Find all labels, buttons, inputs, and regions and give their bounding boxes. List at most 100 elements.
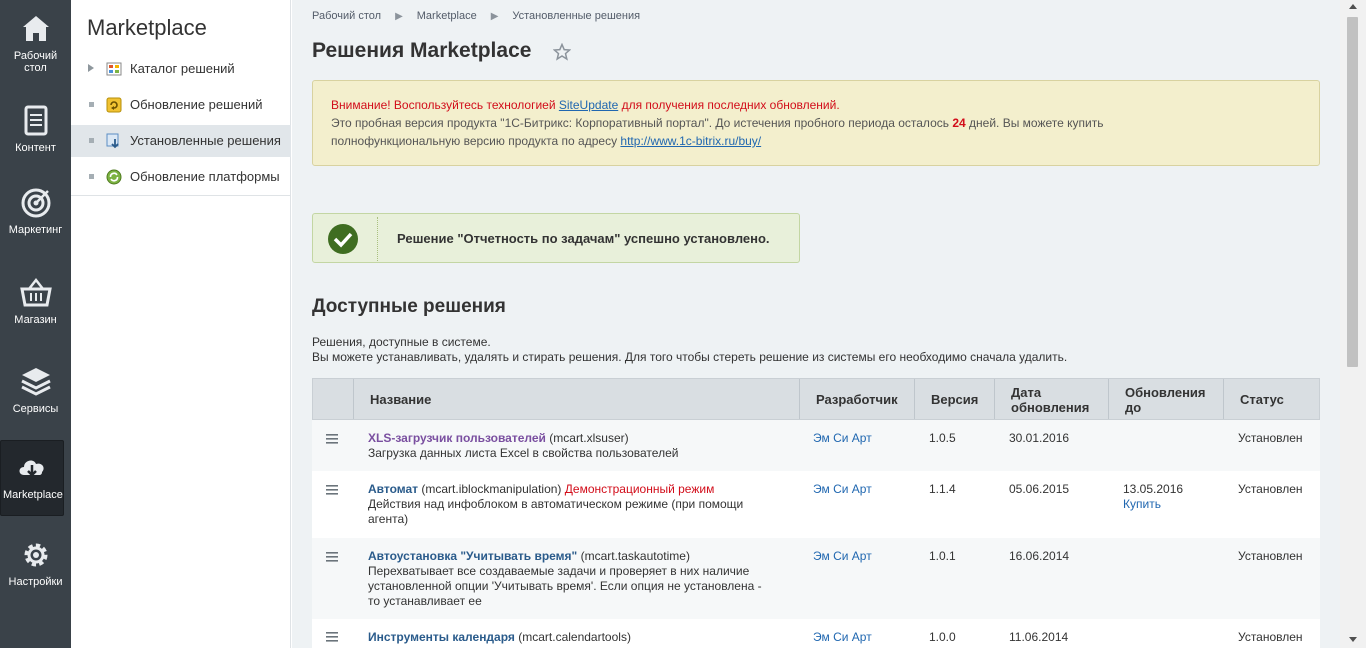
table-row: Автоустановка "Учитывать время" (mcart.t… (312, 538, 1320, 619)
nav-content[interactable]: Контент (0, 104, 71, 154)
checkmark-icon (328, 224, 358, 254)
header-date-label-1: Дата (1011, 385, 1042, 400)
scrollbar-track[interactable] (1345, 0, 1359, 648)
nav-services[interactable]: Сервисы (0, 365, 71, 415)
breadcrumb-marketplace[interactable]: Marketplace (417, 10, 477, 22)
solution-description-line: Действия над инфоблоком в автоматическом… (368, 497, 744, 511)
scrollbar-thumb[interactable] (1347, 17, 1358, 367)
nav-marketing[interactable]: Маркетинг (0, 186, 71, 236)
status-cell: Установлен (1238, 549, 1303, 563)
solution-title-link[interactable]: Автоустановка "Учитывать время" (368, 549, 577, 563)
header-updates-label-1: Обновления (1125, 385, 1206, 400)
header-status-label: Статус (1240, 392, 1284, 407)
expand-arrow-icon[interactable] (88, 64, 94, 72)
solution-code: (mcart.iblockmanipulation) (418, 482, 565, 496)
notice-warning-text: Внимание! Воспользуйтесь технологией (331, 98, 559, 112)
version-cell: 1.0.0 (929, 630, 956, 644)
solution-code: (mcart.calendartools) (514, 630, 631, 644)
section-menu: Marketplace Каталог решений Обновление р… (71, 0, 291, 648)
page-scrollbar[interactable] (1340, 0, 1366, 648)
breadcrumb-separator-icon: ▶ (395, 11, 403, 22)
solution-name-cell: Автомат (mcart.iblockmanipulation) Демон… (368, 482, 793, 527)
developer-link[interactable]: Эм Си Арт (813, 630, 872, 645)
home-icon (22, 16, 49, 41)
update-solutions-icon (106, 97, 122, 113)
header-developer-label: Разработчик (816, 392, 898, 407)
developer-link[interactable]: Эм Си Арт (813, 549, 872, 564)
nav-marketplace[interactable]: Marketplace (0, 440, 64, 516)
status-cell: Установлен (1238, 630, 1303, 644)
trial-days-count: 24 (952, 116, 966, 130)
solution-name-cell: Инструменты календаря (mcart.calendartoo… (368, 630, 793, 645)
buy-url-link[interactable]: http://www.1c-bitrix.ru/buy/ (620, 134, 761, 148)
page-title: Решения Marketplace (312, 39, 532, 62)
solution-title-link[interactable]: Автомат (368, 482, 418, 496)
admin-icon-bar: Рабочий стол Контент Маркетинг Магазин С… (0, 0, 71, 648)
solution-description-line: Загрузка данных листа Excel в свойства п… (368, 446, 679, 460)
layers-icon (20, 368, 51, 396)
success-message: Решение "Отчетность по задачам" успешно … (397, 231, 770, 246)
developer-link[interactable]: Эм Си Арт (813, 482, 872, 497)
bullet-icon (89, 174, 94, 179)
solutions-table: Название Разработчик Версия Дата обновлен… (312, 378, 1320, 648)
date-cell: 30.01.2016 (1009, 431, 1070, 445)
section-description-2: Вы можете устанавливать, удалять и стира… (312, 350, 1068, 364)
buy-link[interactable]: Купить (1123, 497, 1183, 512)
header-name-label: Название (370, 392, 432, 407)
developer-link[interactable]: Эм Си Арт (813, 431, 872, 446)
header-date[interactable]: Дата обновления (994, 379, 1108, 419)
row-menu-icon[interactable] (326, 485, 338, 495)
scroll-down-arrow-icon[interactable] (1349, 637, 1357, 642)
solution-code: (mcart.taskautotime) (577, 549, 690, 563)
notice-line-2: Это пробная версия продукта "1С-Битрикс:… (331, 114, 1301, 132)
bullet-icon (89, 138, 94, 143)
header-name[interactable]: Название (353, 379, 799, 419)
header-developer[interactable]: Разработчик (799, 379, 914, 419)
nav-settings[interactable]: Настройки (0, 538, 71, 588)
bullet-icon (89, 102, 94, 107)
header-updates-until[interactable]: Обновления до (1108, 379, 1223, 419)
notice-line-1: Внимание! Воспользуйтесь технологией Sit… (331, 96, 1301, 114)
version-cell: 1.0.5 (929, 431, 956, 445)
scroll-up-arrow-icon[interactable] (1349, 4, 1357, 9)
basket-icon (19, 277, 52, 307)
menu-item-installed[interactable]: Установленные решения (71, 125, 291, 157)
table-row: Инструменты календаря (mcart.calendartoo… (312, 619, 1320, 648)
nav-shop[interactable]: Магазин (0, 276, 71, 326)
nav-desktop[interactable]: Рабочий стол (0, 12, 71, 74)
demo-mode-badge: Демонстрационный режим (564, 482, 715, 496)
menu-item-installed-label: Установленные решения (130, 133, 281, 148)
date-cell: 16.06.2014 (1009, 549, 1070, 563)
header-version[interactable]: Версия (914, 379, 994, 419)
menu-item-updates[interactable]: Обновление решений (71, 89, 291, 121)
menu-item-platform-update[interactable]: Обновление платформы (71, 161, 291, 193)
breadcrumb: Рабочий стол ▶ Marketplace ▶ Установленные р… (312, 10, 640, 22)
header-version-label: Версия (931, 392, 979, 407)
menu-item-platform-update-label: Обновление платформы (130, 169, 280, 184)
solution-title-link[interactable]: Инструменты календаря (368, 630, 515, 644)
cloud-download-icon (19, 460, 44, 477)
platform-update-icon (106, 169, 122, 185)
solution-description-line: агента) (368, 512, 409, 526)
breadcrumb-desktop[interactable]: Рабочий стол (312, 10, 381, 22)
header-date-label-2: обновления (1011, 400, 1090, 415)
menu-item-updates-label: Обновление решений (130, 97, 263, 112)
notice-trial-text: Это пробная версия продукта "1С-Битрикс:… (331, 116, 953, 130)
menu-item-catalog[interactable]: Каталог решений (71, 53, 291, 85)
installed-solutions-icon (106, 133, 119, 149)
header-updates-label-2: до (1125, 400, 1142, 415)
table-row: Автомат (mcart.iblockmanipulation) Демон… (312, 471, 1320, 538)
solution-title-link[interactable]: XLS-загрузчик пользователей (368, 431, 546, 445)
target-icon (21, 188, 50, 218)
row-menu-icon[interactable] (326, 434, 338, 444)
header-status[interactable]: Статус (1223, 379, 1319, 419)
siteupdate-link[interactable]: SiteUpdate (559, 98, 618, 112)
version-cell: 1.0.1 (929, 549, 956, 563)
menu-divider (71, 195, 291, 196)
favorite-star-icon[interactable] (553, 43, 571, 61)
row-menu-icon[interactable] (326, 552, 338, 562)
solution-description-line: то устанавливает ее (368, 594, 482, 608)
row-menu-icon[interactable] (326, 632, 338, 642)
section-title: Доступные решения (312, 296, 506, 317)
nav-desktop-label: Рабочий стол (13, 50, 58, 74)
